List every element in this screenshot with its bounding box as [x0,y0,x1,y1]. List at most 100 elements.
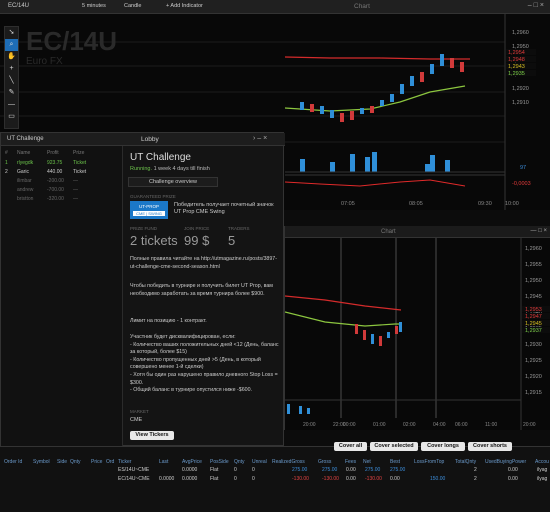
gross-cell: -130.00 [322,476,339,482]
positions-column-header[interactable]: Qnty [70,459,81,465]
pencil-icon[interactable]: ✎ [5,87,18,99]
cover-shorts-button[interactable]: Cover shorts [468,442,512,451]
price-tick-label: 1,2910 [512,100,529,106]
candle [310,104,314,112]
leaderboard-column-header: # [5,150,8,156]
tab-lobby[interactable]: Lobby [141,136,159,143]
price-tag-label: 1,2947 [525,314,542,320]
cover-selected-button[interactable]: Cover selected [370,442,418,451]
candle [300,102,304,110]
position-row[interactable]: EC/14U~CME 0.0000 0.0000 Flat 0 0 -130.00 -130.… [0,476,550,485]
leaderboard-row[interactable]: andrew -700.00 — [3,187,121,196]
positions-column-header[interactable]: Price [91,459,102,465]
price-tick-label: 1,2930 [525,342,542,348]
add-indicator-button[interactable]: + Add Indicator [166,3,203,9]
cursor-icon[interactable]: ➘ [5,27,18,39]
candle [440,54,444,66]
profit-cell: 923.75 [47,160,63,166]
name-cell: Garic [17,169,29,175]
volume-bar [330,162,335,172]
price-tick-label: 1,2925 [525,358,542,364]
market-value: CME [130,417,143,423]
price-tick-label: 1,2920 [525,374,542,380]
leaderboard-row[interactable]: 1 rlyegdk 923.75 Ticket [3,160,121,169]
interval-selector[interactable]: 5 minutes [82,3,106,9]
zoom-icon[interactable]: ⌕ [5,39,18,51]
rank-cell: 1 [5,160,8,166]
candle [363,330,366,340]
secondary-chart[interactable]: Chart — □ × 1,2960 1,2955 1,2950 1,2945 1,29… [284,226,550,430]
panel-controls[interactable]: › – × [253,135,267,142]
positions-column-header[interactable]: RealizedGross [272,459,305,465]
position-row[interactable]: ES/14U~CME 0.0000 Flat 0 0 275.00 275.00 0.00 27… [0,467,550,476]
leaderboard-row[interactable]: ilimbar -200.00 — [3,178,121,187]
positions-column-header[interactable]: PosSide [210,459,229,465]
leaderboard-column-header: Profit [47,150,59,156]
positions-column-header[interactable]: Order Id [4,459,22,465]
disqualification-text: Участник будет дисквалифицирован, если: … [130,334,279,394]
candle [460,62,464,72]
chart-toolbar: EC/14U 5 minutes Candle + Add Indicator … [0,0,550,14]
price-tick-label: 1,2945 [525,294,542,300]
close-icon[interactable]: × [540,2,546,9]
ticker-cell: ES/14U~CME [118,467,150,473]
positions-column-header[interactable]: Gross [318,459,331,465]
positions-column-header[interactable]: LossFromTop [414,459,444,465]
price-tag-label: 1,2943 [508,64,525,70]
positions-column-header[interactable]: TotalQnty [455,459,476,465]
chart-type-selector[interactable]: Candle [124,3,141,9]
prize-cell: — [73,196,78,202]
cover-all-button[interactable]: Cover all [334,442,367,451]
rectangle-icon[interactable]: ▭ [5,111,18,123]
tab-ut-challenge[interactable]: UT Challenge [7,136,44,142]
positions-column-header[interactable]: Unreal [252,459,267,465]
horizontal-line-icon[interactable]: — [5,99,18,111]
positions-column-header[interactable]: UsedBuyingPower [485,459,526,465]
positions-column-header[interactable]: Accou [535,459,549,465]
positions-column-header[interactable]: Symbol [33,459,50,465]
positions-column-header[interactable]: Best [390,459,400,465]
symbol-selector[interactable]: EC/14U [8,3,29,9]
crosshair-icon[interactable]: + [5,63,18,75]
prize-cell: — [73,178,78,184]
hand-icon[interactable]: ✋ [5,51,18,63]
candle [400,84,404,94]
secondary-chart-canvas[interactable]: 1,29601,29551,29501,29451,29401,29351,29… [285,238,550,430]
name-cell: rlyegdk [17,160,34,166]
price-tag-label: 1,2945 [525,321,542,327]
position-limit-text: Лимит на позицию - 1 контракт. [130,318,207,324]
chart-background [285,238,550,430]
panel-header: UT Challenge Lobby › – × [1,133,285,146]
line-tool-icon[interactable]: ╲ [5,75,18,87]
best-cell: 0.00 [390,476,400,482]
candle [355,324,358,334]
tab-challenge-overview[interactable]: Challenge overview [128,177,218,187]
price-tag-label: 1,2953 [525,307,542,313]
cover-longs-button[interactable]: Cover longs [421,442,465,451]
leaderboard-row[interactable]: 2 Garic 440.00 Ticket [3,169,121,178]
challenge-title: UT Challenge [130,152,191,163]
candle [387,332,390,338]
positions-column-header[interactable]: Net [363,459,371,465]
positions-column-header[interactable]: Side [57,459,67,465]
window-controls[interactable]: — □ × [531,228,547,234]
window-controls[interactable]: –□× [528,2,546,9]
candle [399,322,402,332]
lobby-view: UT Challenge Running. 1 week 4 days till… [124,146,284,446]
candle [420,72,424,82]
positions-column-header[interactable]: Ord [106,459,114,465]
candle [380,100,384,106]
positions-column-header[interactable]: Qnty [234,459,245,465]
view-tickers-button[interactable]: View Tickers [130,431,174,440]
positions-column-header[interactable]: AvgPrice [182,459,202,465]
fees-cell: 0.00 [346,467,356,473]
leaderboard-row[interactable]: bristton -320.00 — [3,196,121,205]
time-label: 01:00 [373,422,386,428]
traders-label: TRADERS [228,226,250,231]
total-cell: 2 [474,476,477,482]
volume-bar [287,404,290,414]
positions-column-header[interactable]: Ticker [118,459,131,465]
positions-column-header[interactable]: Last [159,459,168,465]
time-label: 02:00 [403,422,416,428]
positions-column-header[interactable]: Fees [345,459,356,465]
